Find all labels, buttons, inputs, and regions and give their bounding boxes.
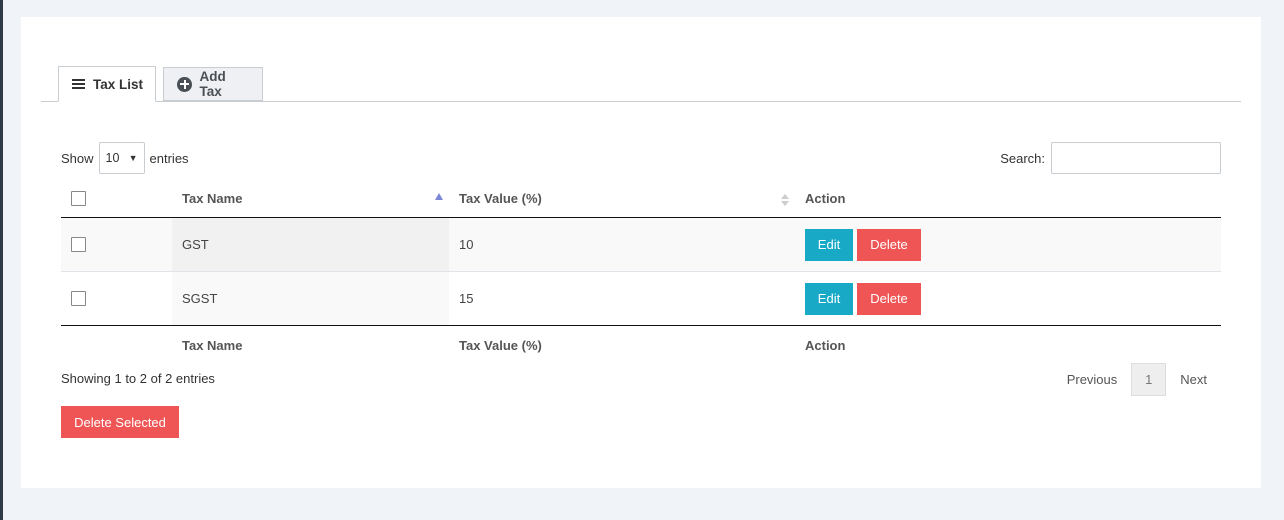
footer-action: Action	[805, 337, 846, 353]
sidebar-edge	[0, 0, 3, 520]
plus-circle-icon	[177, 76, 192, 92]
tax-panel: Tax List Add Tax Show 10 ▼ entries Searc…	[21, 17, 1261, 488]
caret-down-icon: ▼	[128, 153, 138, 163]
length-prefix: Show	[61, 150, 94, 166]
tax-value-cell: 15	[459, 291, 474, 306]
list-icon	[72, 79, 85, 89]
tab-tax-list[interactable]: Tax List	[58, 66, 156, 102]
table-row: GST 10 Edit Delete	[61, 218, 1221, 272]
previous-page-button[interactable]: Previous	[1053, 363, 1132, 396]
tax-name-cell: SGST	[172, 272, 449, 325]
tax-value-cell: 10	[459, 237, 474, 252]
action-cell: Edit Delete	[795, 272, 1221, 325]
table-row: SGST 15 Edit Delete	[61, 272, 1221, 326]
column-header-tax-name[interactable]: Tax Name	[172, 180, 449, 217]
length-suffix: entries	[149, 150, 189, 166]
page-1-button[interactable]: 1	[1131, 363, 1167, 396]
edit-button[interactable]: Edit	[805, 282, 853, 315]
edit-button[interactable]: Edit	[805, 228, 853, 261]
column-label: Action	[805, 191, 846, 206]
tab-add-tax[interactable]: Add Tax	[163, 67, 263, 101]
delete-button[interactable]: Delete	[857, 228, 921, 261]
footer-tax-value: Tax Value (%)	[459, 337, 542, 353]
delete-selected-button[interactable]: Delete Selected	[61, 406, 179, 438]
length-menu: Show 10 ▼ entries	[61, 142, 189, 174]
row-select-cell	[61, 218, 171, 271]
row-checkbox[interactable]	[71, 237, 86, 252]
tax-name-cell: GST	[172, 218, 449, 271]
table-info: Showing 1 to 2 of 2 entries	[61, 371, 215, 386]
tax-table: Tax Name Tax Value (%) Action GST 10 Edi…	[61, 180, 1221, 364]
entries-value: 10	[105, 151, 120, 165]
table-header: Tax Name Tax Value (%) Action	[61, 180, 1221, 218]
sort-ascending-icon	[435, 193, 443, 200]
delete-button[interactable]: Delete	[857, 282, 921, 315]
pagination: Previous 1 Next	[1053, 363, 1221, 396]
header-select-cell	[61, 180, 171, 217]
tab-label: Tax List	[93, 76, 144, 92]
column-label: Tax Name	[182, 191, 243, 206]
search-filter: Search:	[1000, 142, 1221, 174]
search-label: Search:	[1000, 150, 1045, 166]
column-header-tax-value[interactable]: Tax Value (%)	[449, 180, 795, 217]
footer-tax-name: Tax Name	[182, 337, 243, 353]
row-select-cell	[61, 272, 171, 325]
entries-select[interactable]: 10 ▼	[98, 142, 145, 174]
tab-label: Add Tax	[199, 69, 226, 99]
row-checkbox[interactable]	[71, 291, 86, 306]
next-page-button[interactable]: Next	[1166, 363, 1221, 396]
action-cell: Edit Delete	[795, 218, 1221, 271]
sort-icon	[781, 194, 789, 208]
select-all-checkbox[interactable]	[71, 191, 86, 206]
tab-bar: Tax List Add Tax	[41, 66, 1241, 102]
search-input[interactable]	[1051, 142, 1221, 174]
footer-empty-cell	[61, 326, 171, 364]
table-footer: Tax Name Tax Value (%) Action	[61, 326, 1221, 364]
column-label: Tax Value (%)	[459, 191, 542, 206]
column-header-action: Action	[795, 180, 1221, 217]
